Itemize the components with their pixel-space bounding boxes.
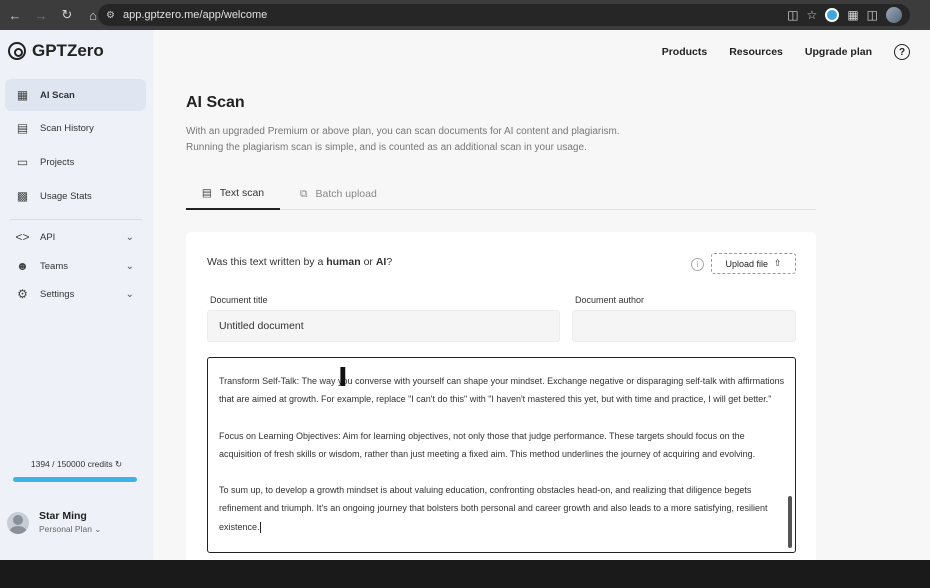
logo-text: GPTZero: [32, 41, 104, 60]
refresh-icon[interactable]: ↻: [115, 459, 122, 469]
user-plan: Personal Plan ⌄: [39, 524, 102, 534]
address-bar[interactable]: ⚙ app.gptzero.me/app/welcome ◫ ☆ ▦ ◫: [98, 4, 910, 26]
scan-tabs: ▤ Text scan ⧉ Batch upload: [186, 178, 816, 210]
document-title-field[interactable]: Untitled document: [207, 310, 560, 342]
credits-counter: 1394 / 150000 credits ↻: [0, 459, 153, 470]
document-icon: ▤: [16, 121, 29, 135]
credits-progress-bar: [13, 477, 137, 482]
document-icon: ▤: [201, 187, 212, 199]
bookmark-star-icon[interactable]: ☆: [807, 8, 818, 22]
tab-batch-upload[interactable]: ⧉ Batch upload: [300, 178, 377, 210]
scan-question: Was this text written by a human or AI?: [207, 256, 393, 268]
sidebar-item-label: Teams: [40, 260, 68, 272]
tab-text-scan[interactable]: ▤ Text scan: [186, 178, 280, 210]
logo[interactable]: GPTZero: [8, 41, 104, 61]
scan-card: Was this text written by a human or AI? …: [186, 232, 816, 560]
app-window: GPTZero ▦ AI Scan ▤ Scan History ▭ Proje…: [0, 30, 930, 560]
paragraph: Transform Self-Talk: The way you convers…: [219, 376, 785, 405]
sidebar-item-label: Projects: [40, 156, 75, 168]
credits-text: 1394 / 150000 credits: [30, 459, 113, 469]
chevron-down-icon: ⌄: [125, 231, 134, 243]
chevron-down-icon: ⌄: [125, 260, 134, 272]
extension-badge-icon[interactable]: [825, 8, 840, 22]
code-icon: <>: [15, 230, 30, 244]
team-icon: ☻: [16, 259, 29, 273]
install-app-icon[interactable]: ◫: [787, 8, 798, 22]
text-input-area[interactable]: Transform Self-Talk: The way you convers…: [207, 357, 796, 553]
sidebar-item-ai-scan[interactable]: ▦ AI Scan: [5, 79, 146, 111]
sidebar-item-label: Settings: [40, 288, 75, 300]
textarea-scrollbar[interactable]: [788, 496, 792, 548]
page-description: With an upgraded Premium or above plan, …: [186, 126, 620, 153]
sidebar-divider: [10, 219, 142, 220]
sidebar-item-scan-history[interactable]: ▤ Scan History: [5, 112, 146, 144]
nav-upgrade-plan[interactable]: Upgrade plan: [805, 46, 872, 58]
reload-icon[interactable]: ↻: [56, 4, 78, 26]
sidebar-item-label: Usage Stats: [40, 190, 92, 202]
url-text: app.gptzero.me/app/welcome: [122, 9, 268, 21]
document-author-field[interactable]: [572, 310, 796, 342]
sidepanel-icon[interactable]: ◫: [867, 8, 878, 22]
browser-toolbar: ← → ↻ ⌂ ⚙ app.gptzero.me/app/welcome ◫ ☆…: [0, 0, 930, 30]
sidebar-item-projects[interactable]: ▭ Projects: [5, 146, 146, 178]
extensions-puzzle-icon[interactable]: ▦: [847, 8, 858, 22]
grid-icon: ▦: [16, 88, 29, 102]
sidebar-item-usage-stats[interactable]: ▩ Usage Stats: [5, 180, 146, 212]
upload-file-button[interactable]: Upload file ⇧: [711, 253, 796, 274]
sidebar-item-settings[interactable]: ⚙ Settings ⌄: [5, 278, 146, 310]
user-name: Star Ming: [39, 510, 87, 522]
top-navigation: Products Resources Upgrade plan ?: [662, 44, 910, 60]
forward-icon[interactable]: →: [30, 4, 52, 26]
profile-avatar-icon[interactable]: [886, 7, 902, 23]
back-icon[interactable]: ←: [4, 4, 26, 26]
sidebar-item-label: API: [40, 231, 56, 243]
document-author-label: Document author: [575, 295, 645, 305]
ibeam-cursor-icon: Ⅰ: [338, 362, 348, 392]
page-title: AI Scan: [186, 94, 245, 111]
sidebar-item-label: AI Scan: [40, 89, 75, 101]
gear-icon: ⚙: [17, 287, 28, 301]
screen-bottom-edge: [0, 560, 930, 588]
sidebar-item-api[interactable]: <> API ⌄: [5, 221, 146, 253]
chevron-down-icon: ⌄: [94, 524, 102, 534]
sidebar: GPTZero ▦ AI Scan ▤ Scan History ▭ Proje…: [0, 30, 153, 560]
document-title-label: Document title: [210, 295, 268, 305]
nav-resources[interactable]: Resources: [729, 46, 783, 58]
folder-icon: ▭: [16, 155, 29, 169]
sidebar-item-label: Scan History: [40, 122, 94, 134]
info-icon[interactable]: i: [691, 258, 704, 271]
upload-icon: ⇧: [773, 258, 782, 268]
nav-products[interactable]: Products: [662, 46, 708, 58]
paragraph: Focus on Learning Objectives: Aim for le…: [219, 430, 756, 459]
site-settings-icon[interactable]: ⚙: [106, 10, 115, 21]
avatar: [7, 511, 29, 534]
text-content: Transform Self-Talk: The way you convers…: [219, 372, 787, 536]
bar-chart-icon: ▩: [16, 189, 29, 203]
help-icon[interactable]: ?: [894, 44, 910, 60]
chevron-down-icon: ⌄: [125, 288, 134, 300]
gptzero-logo-icon: [8, 42, 26, 60]
paragraph: To sum up, to develop a growth mindset i…: [219, 485, 768, 533]
copy-icon: ⧉: [300, 187, 308, 200]
user-profile[interactable]: Star Ming Personal Plan ⌄: [7, 510, 101, 535]
text-caret: [259, 521, 261, 533]
